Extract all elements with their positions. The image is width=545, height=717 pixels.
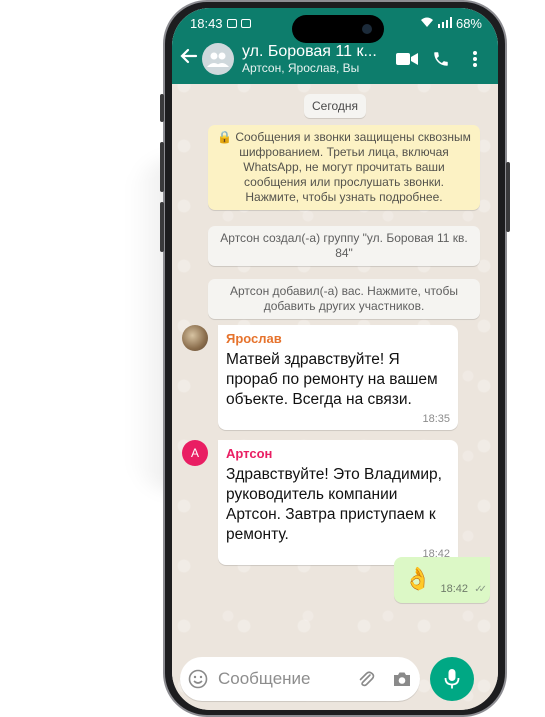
phone-screen: 18:43 68% ул. Боровая 11 к... Артсон, Яр… [172,8,498,710]
emoji-icon[interactable] [180,669,216,689]
system-message-group-created: Артсон создал(-а) группу "ул. Боровая 11… [208,226,480,266]
system-message-added[interactable]: Артсон добавил(-а) вас. Нажмите, чтобы д… [208,279,480,319]
message-sender: Артсон [226,446,273,461]
sender-avatar[interactable] [182,325,208,351]
back-arrow-icon[interactable] [178,47,200,71]
status-time: 18:43 [190,15,223,31]
mute-switch [160,94,164,122]
phone-frame: 18:43 68% ул. Боровая 11 к... Артсон, Яр… [160,0,510,717]
more-options-icon[interactable] [458,51,492,67]
power-button [506,162,510,232]
chat-title-block[interactable]: ул. Боровая 11 к... Артсон, Ярослав, Вы [242,43,390,75]
message-composer [180,657,420,701]
outgoing-message-bubble[interactable]: 👌 18:42 ✓✓ [394,557,490,603]
volume-down-button [160,202,164,252]
signal-icon [437,16,452,31]
wifi-icon [420,16,434,31]
chat-header: ул. Боровая 11 к... Артсон, Ярослав, Вы [178,38,492,80]
chat-participants: Артсон, Ярослав, Вы [242,61,360,75]
attach-icon[interactable] [348,669,384,689]
incoming-message-bubble[interactable]: Ярослав Матвей здравствуйте! Я прораб по… [218,325,458,430]
sender-avatar[interactable]: A [182,440,208,466]
message-text: Здравствуйте! Это Владимир, руководитель… [226,466,442,543]
microphone-button[interactable] [430,657,474,701]
camera-icon[interactable] [384,670,420,688]
microphone-icon [444,669,460,689]
notification-icon [240,18,251,28]
volume-up-button [160,142,164,192]
ok-hand-emoji: 👌 [404,566,432,591]
video-call-icon[interactable] [390,52,424,66]
message-text: Матвей здравствуйте! Я прораб по ремонту… [226,351,438,408]
front-camera [362,24,372,34]
phone-call-icon[interactable] [424,50,458,68]
encryption-notice[interactable]: 🔒 Сообщения и звонки защищены сквозным ш… [208,125,480,210]
message-sender: Ярослав [226,331,282,346]
message-time: 18:42 [440,583,468,595]
battery-text: 68% [455,15,482,31]
screen-record-icon [226,18,237,28]
date-chip: Сегодня [304,94,366,118]
chat-title: ул. Боровая 11 к... [242,43,377,60]
message-time: 18:35 [422,413,450,425]
group-avatar-icon[interactable] [202,43,234,75]
app-header-bar: 18:43 68% ул. Боровая 11 к... Артсон, Яр… [172,8,498,84]
read-receipt-icon: ✓✓ [474,584,487,595]
incoming-message-bubble[interactable]: Артсон Здравствуйте! Это Владимир, руков… [218,440,458,565]
message-input[interactable] [216,668,348,690]
